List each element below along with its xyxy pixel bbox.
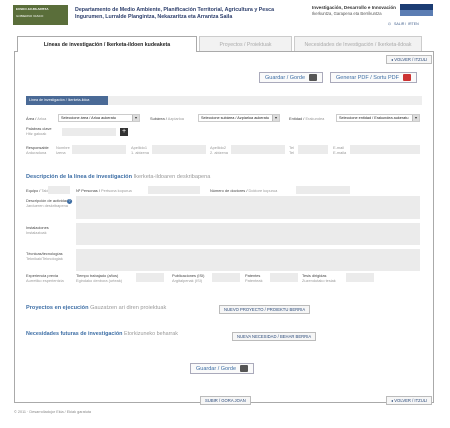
doctores-input[interactable]	[296, 186, 350, 194]
chevron-down-icon: ▾	[272, 115, 279, 121]
pdf-icon	[402, 74, 411, 81]
personas-label: Nº Personas / Pertsona kopurua	[76, 188, 132, 193]
email-input[interactable]	[350, 145, 420, 154]
necesidades-section-title: Necesidades futuras de investigación Eto…	[26, 331, 178, 337]
subarea-select-value: Seleccione subárea / Azpiarloa aukeratu	[201, 116, 269, 120]
publicaciones-label: Publicaciones (ISI) Argitalpenak (ISI)	[172, 273, 205, 283]
breadcrumb-bar: Línea de investigación / Ikerketa-ildoa	[26, 96, 422, 105]
irten-link[interactable]: IRTEN	[408, 22, 419, 26]
chevron-down-icon: ▾	[132, 115, 139, 121]
guardar-bottom-button[interactable]: Guardar / Gorde	[190, 363, 255, 374]
floppy-disk-icon	[240, 365, 249, 372]
footer-copyright: © 2011 · Desarrolladojor Ekia / Ekiak ga…	[14, 410, 92, 414]
subarea-label: Subárea / Azpiarloa	[150, 116, 184, 121]
app-subtitle: Ikerkuntza, Garapena eta Berrikuntza	[312, 11, 382, 16]
apellido1-label: Apellido1 1. abizena	[131, 145, 149, 155]
entidad-select-value: Seleccione entidad / Erakundea aukeratu	[339, 116, 409, 120]
tesis-input[interactable]	[346, 273, 374, 282]
logout-separator: /	[405, 22, 406, 26]
proyectos-section-title: Proyectos en ejecución Gauzatzen ari dir…	[26, 305, 167, 311]
palabras-clave-label: Palabras clave Hitz gakoak	[26, 126, 52, 136]
nombre-input[interactable]	[72, 145, 126, 154]
tab-proyectos[interactable]: Proyectos / Proiektuak	[199, 36, 292, 52]
logout-link[interactable]: SALIR	[394, 22, 404, 26]
actividades-textarea[interactable]	[76, 196, 420, 219]
department-name-es: Departamento de Medio Ambiente, Planific…	[75, 7, 275, 13]
tiempo-input[interactable]	[136, 273, 164, 282]
responsable-label: Responsable Arduraduna	[26, 145, 49, 155]
guardar-bottom-label: Guardar / Gorde	[196, 365, 237, 372]
page-header: EUSKO JAURLARITZA GOBIERNO VASCO Departa…	[0, 0, 450, 30]
entidad-select[interactable]: Seleccione entidad / Erakundea aukeratu ▾	[336, 114, 420, 122]
generar-pdf-label: Generar PDF / Sortu PDF	[336, 74, 399, 81]
equipo-input[interactable]	[48, 186, 70, 194]
add-plus-icon[interactable]: +	[120, 128, 128, 136]
volver-bottom-label: VOLVER / ITZULI	[394, 398, 428, 403]
entidad-label: Entidad / Erakundea	[289, 116, 325, 121]
gobierno-vasco-logo: EUSKO JAURLARITZA GOBIERNO VASCO	[13, 5, 68, 25]
patentes-input[interactable]	[270, 273, 298, 282]
area-select[interactable]: Seleccione área / Arloa aukeratu ▾	[58, 114, 140, 122]
descripcion-section-title: Descripción de la línea de investigación…	[26, 174, 211, 180]
patentes-label: Patentes Patenteak	[245, 273, 263, 283]
instalaciones-textarea[interactable]	[76, 223, 420, 245]
logo-text-2: GOBIERNO VASCO	[16, 14, 44, 18]
doctores-label: Número de doctores / Doktore kopurua	[210, 188, 278, 193]
tel-input[interactable]	[298, 145, 328, 154]
tesis-label: Tesis dirigidas Zuzendutako tesiak	[302, 273, 336, 283]
tecnicas-textarea[interactable]	[76, 249, 420, 271]
logout-icon[interactable]: ⏻	[388, 22, 391, 26]
info-icon[interactable]: ?	[67, 199, 72, 204]
logo-text-1: EUSKO JAURLARITZA	[16, 7, 49, 11]
volver-bottom-button[interactable]: ◂ VOLVER / ITZULI	[386, 396, 433, 405]
breadcrumb: Línea de investigación / Ikerketa-ildoa	[26, 96, 108, 105]
tab-necesidades[interactable]: Necesidades de Investigación / Ikerketa-…	[294, 36, 422, 52]
publicaciones-input[interactable]	[212, 273, 240, 282]
nueva-necesidad-button[interactable]: NUEVA NECESIDAD / BEHAR BERRIA	[232, 332, 317, 341]
euskadi-banner	[400, 4, 433, 16]
generar-pdf-button[interactable]: Generar PDF / Sortu PDF	[330, 72, 417, 83]
email-label: E-mail E-maila	[333, 145, 347, 155]
actividades-label: Descripción de actividades Jardueren desk…	[26, 198, 73, 208]
tel-label: Tel Tel	[289, 145, 294, 155]
palabras-clave-input[interactable]	[62, 128, 116, 136]
app-title: Investigación, Desarrollo e Innovación	[312, 5, 396, 10]
apellido2-label: Apellido2 2. abizena	[210, 145, 228, 155]
guardar-top-label: Guardar / Gorde	[265, 74, 306, 81]
nombre-label: Nombre Izena	[56, 145, 70, 155]
area-select-value: Seleccione área / Arloa aukeratu	[61, 116, 116, 120]
subarea-select[interactable]: Seleccione subárea / Azpiarloa aukeratu ▾	[198, 114, 280, 122]
instalaciones-label: Instalaciones Instalazioak	[26, 225, 49, 235]
tab-lineas[interactable]: Líneas de investigación / Ikerketa-ildoe…	[17, 36, 197, 52]
experiencia-label: Experiencia previa Aurretiko esperientzia	[26, 273, 64, 283]
guardar-top-button[interactable]: Guardar / Gorde	[259, 72, 324, 83]
department-name-eu: Ingurumen, Lurralde Plangintza, Nekazari…	[75, 14, 233, 20]
nuevo-proyecto-button[interactable]: NUEVO PROYECTO / PROIEKTU BERRIA	[219, 305, 311, 314]
volver-top-label: VOLVER / ITZULI	[394, 57, 428, 62]
personas-input[interactable]	[148, 186, 200, 194]
area-label: Área / Arloa	[26, 116, 47, 121]
subir-button[interactable]: SUBIR / GORA JOAN	[200, 396, 251, 405]
floppy-disk-icon	[309, 74, 318, 81]
tecnicas-label: Técnicas/tecnologías Teknikak/Teknologiak	[26, 251, 63, 261]
tiempo-label: Tiempo trabajado (años) Egindako denbora …	[76, 273, 123, 283]
apellido2-input[interactable]	[231, 145, 285, 154]
apellido1-input[interactable]	[152, 145, 206, 154]
volver-top-button[interactable]: ◂ VOLVER / ITZULI	[386, 55, 433, 64]
chevron-down-icon: ▾	[412, 115, 419, 121]
